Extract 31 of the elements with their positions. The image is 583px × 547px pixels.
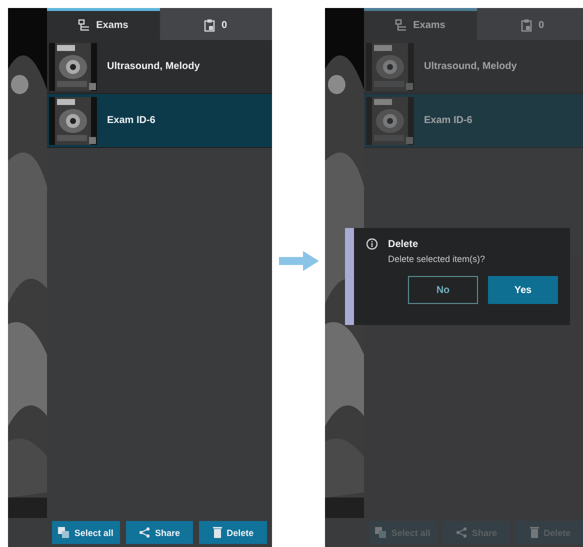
exam-title: Ultrasound, Melody — [424, 61, 517, 72]
trash-icon — [212, 527, 222, 538]
exam-row[interactable]: Exam ID-6 — [47, 94, 272, 148]
tab[interactable]: Exams — [47, 8, 160, 40]
checklist-icon — [375, 527, 386, 538]
confirm-button[interactable]: Yes — [488, 276, 558, 304]
action-button[interactable]: Share — [126, 521, 194, 544]
action-button[interactable]: Select all — [52, 521, 120, 544]
tab[interactable]: 0 — [160, 8, 272, 40]
list-icon — [395, 19, 408, 32]
cancel-button[interactable]: No — [408, 276, 478, 304]
exam-row[interactable]: Ultrasound, Melody — [364, 40, 583, 94]
arrow-icon — [278, 250, 318, 270]
action-button[interactable]: Delete — [199, 521, 268, 544]
clipboard-icon — [521, 19, 532, 32]
share-icon — [139, 527, 150, 538]
exam-row[interactable]: Exam ID-6 — [364, 94, 583, 148]
tab[interactable]: Exams — [364, 8, 476, 40]
tab[interactable]: 0 — [476, 8, 583, 40]
exam-title: Ultrasound, Melody — [107, 61, 200, 72]
dialog-message: Delete selected item(s)? — [388, 254, 486, 264]
exam-row[interactable]: Ultrasound, Melody — [47, 40, 272, 94]
checklist-icon — [58, 527, 70, 538]
dialog-title: Delete — [388, 238, 418, 250]
exam-title: Exam ID-6 — [424, 115, 472, 126]
clipboard-icon — [204, 19, 216, 32]
share-icon — [456, 527, 467, 538]
info-icon — [366, 238, 378, 250]
exam-title: Exam ID-6 — [107, 115, 156, 126]
list-icon — [78, 19, 90, 32]
trash-icon — [530, 527, 539, 538]
